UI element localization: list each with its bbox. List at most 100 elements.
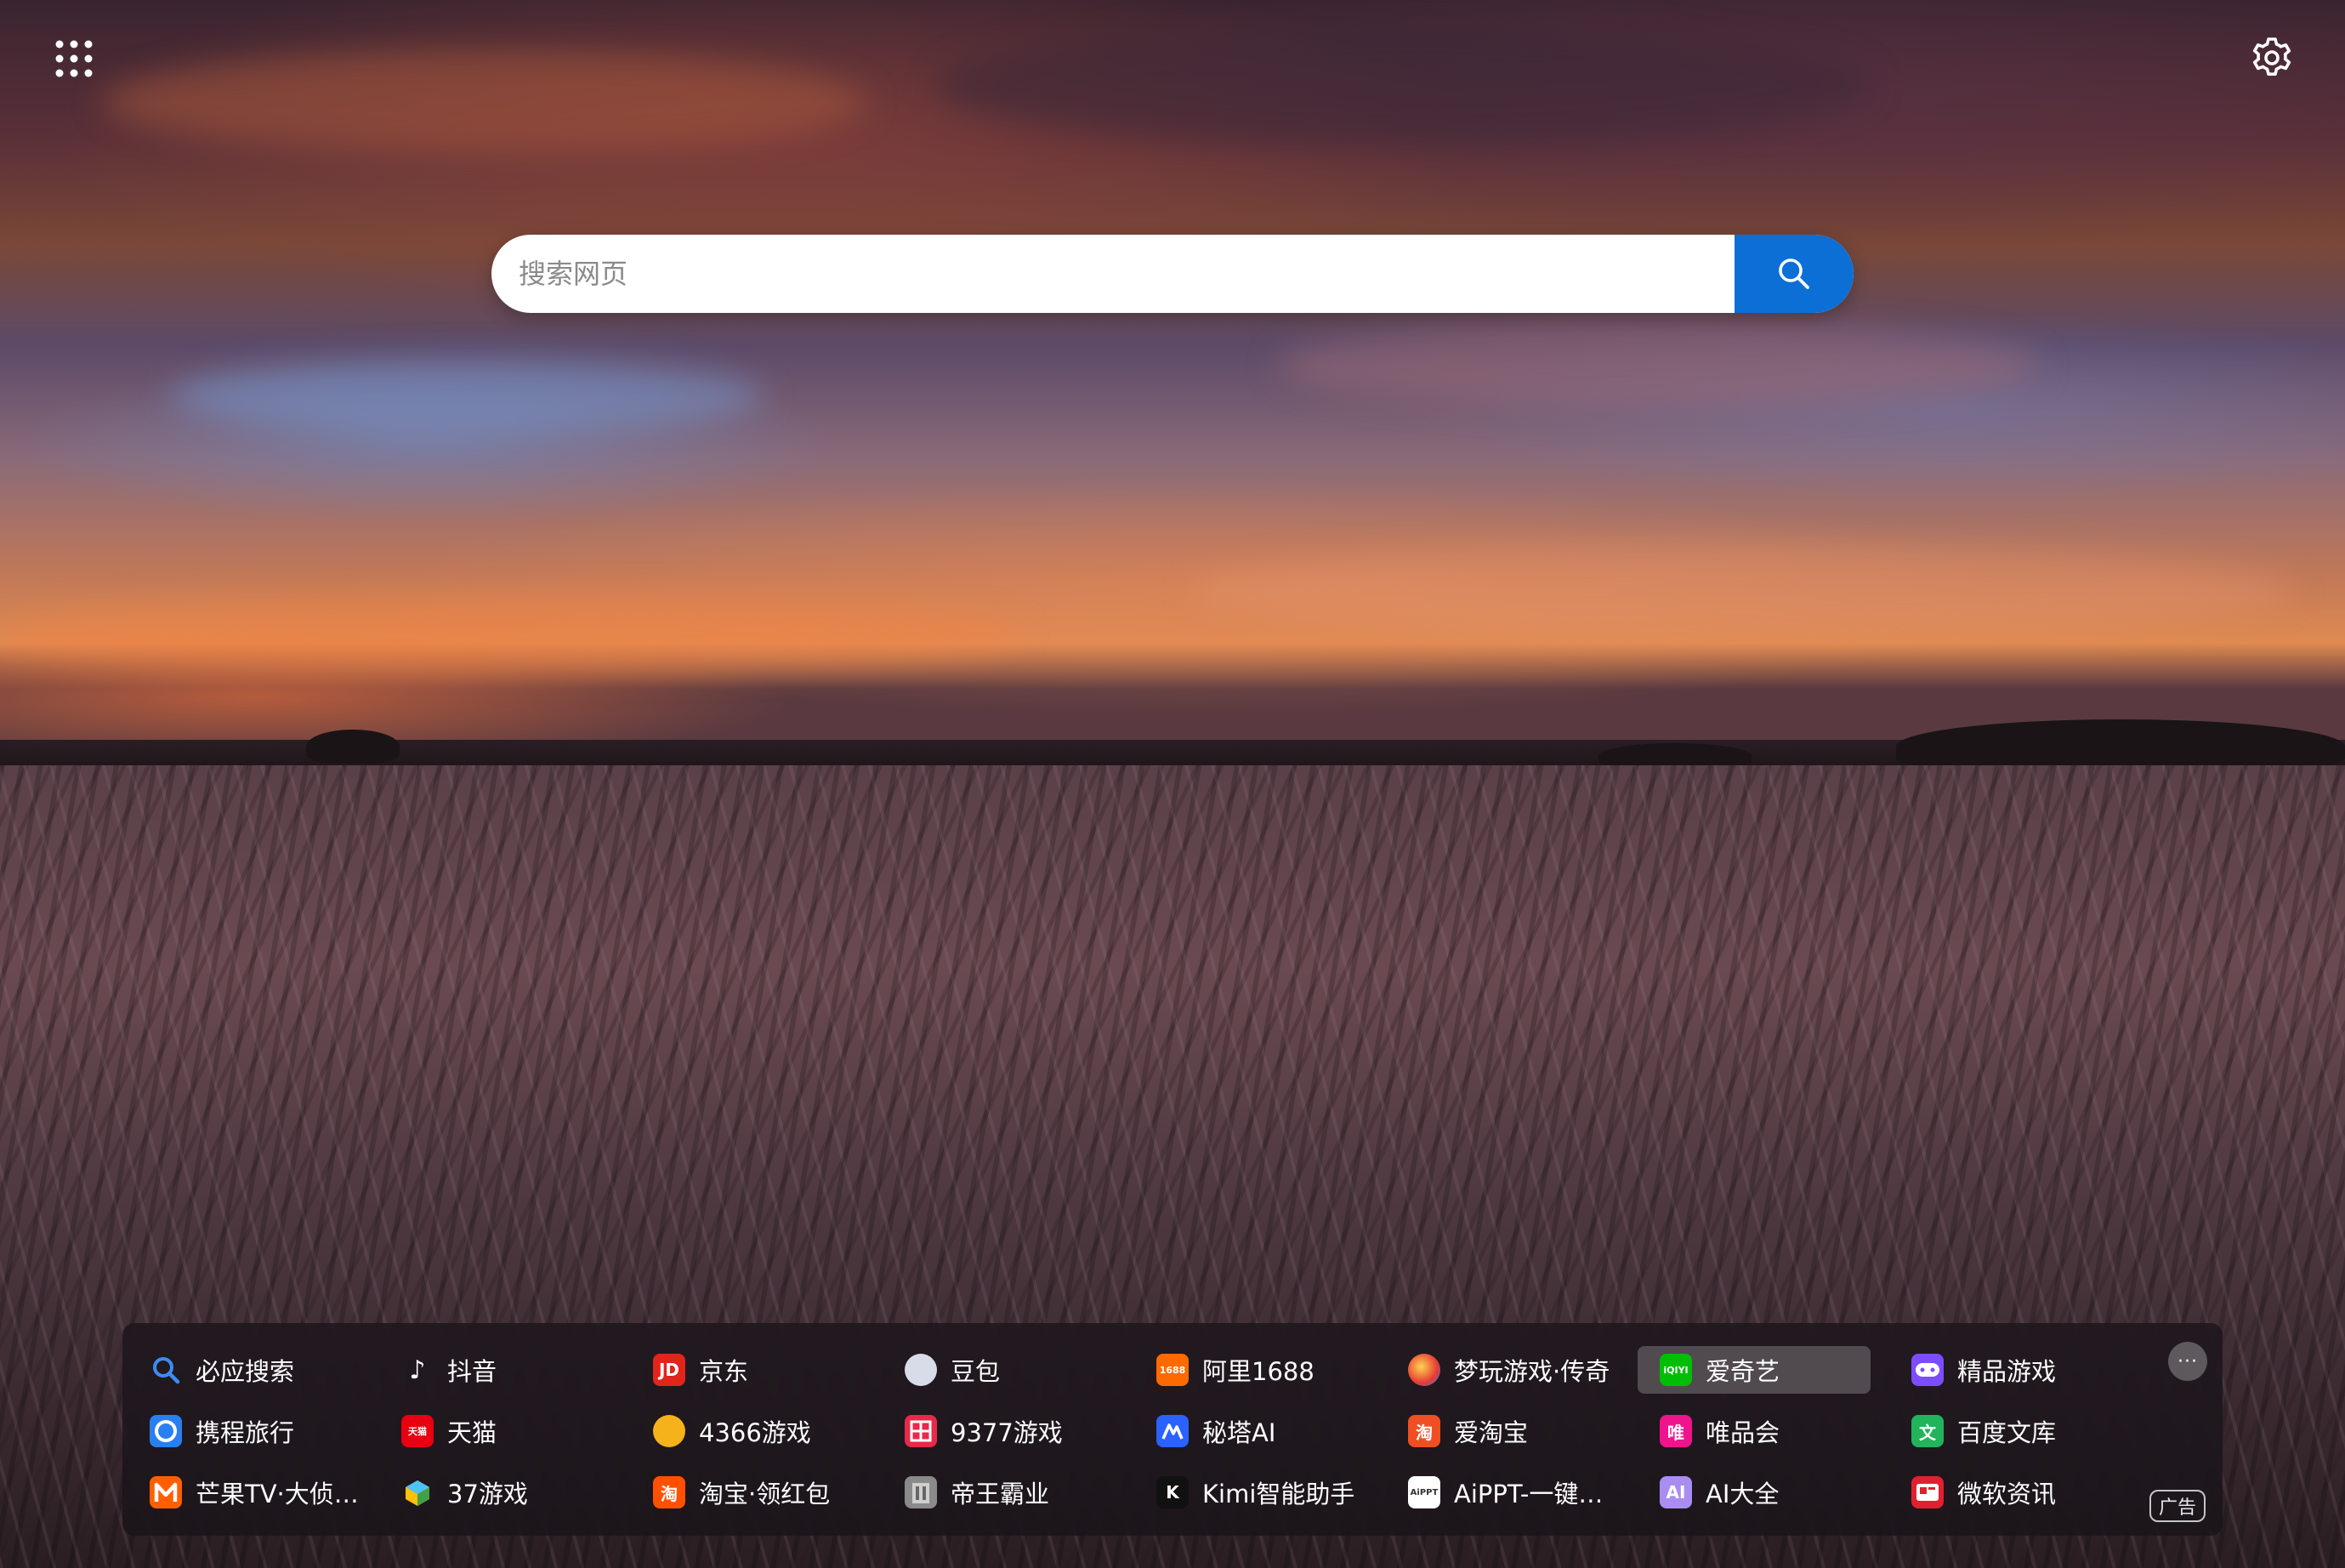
quick-link-item[interactable]: 9377游戏 [883, 1407, 1116, 1455]
icon-glyph: ♪ [409, 1355, 426, 1385]
game37-icon [401, 1476, 434, 1508]
quick-link-label: 京东 [699, 1357, 749, 1386]
iqiyi-icon: iQIYI [1660, 1354, 1692, 1386]
quick-link-item[interactable]: JD 京东 [631, 1346, 864, 1394]
quick-link-label: AiPPT-一键生成 [1454, 1480, 1619, 1508]
quick-link-label: 抖音 [447, 1357, 497, 1386]
quick-link-item[interactable]: 淘淘宝·领红包 [631, 1469, 864, 1516]
quick-link-label: 天猫 [447, 1418, 497, 1447]
quick-link-item[interactable]: 必应搜索 [128, 1346, 361, 1394]
quick-link-item[interactable]: 文百度文库 [1889, 1407, 2122, 1455]
quick-link-label: 淘宝·领红包 [699, 1480, 831, 1508]
douyin-icon: ♪ [401, 1354, 434, 1386]
quick-link-label: 芒果TV·大侦探... [196, 1480, 361, 1508]
quick-link-item[interactable]: AiPPT AiPPT-一键生成 [1386, 1469, 1619, 1516]
quick-link-label: 爱淘宝 [1454, 1418, 1529, 1447]
quick-link-label: 唯品会 [1706, 1418, 1780, 1447]
ali1688-icon: 1688 [1156, 1354, 1189, 1386]
icon-glyph: 淘 [661, 1483, 678, 1504]
quick-link-label: 秘塔AI [1202, 1418, 1276, 1447]
baiduwenku-icon: 文 [1911, 1415, 1944, 1447]
background-cloud [0, 595, 1020, 672]
game9377-icon [905, 1415, 937, 1447]
game4366-icon [653, 1415, 685, 1447]
quick-link-item[interactable]: 37游戏 [379, 1469, 612, 1516]
quick-link-item[interactable]: K Kimi智能助手 [1134, 1469, 1367, 1516]
jd-icon: JD [653, 1354, 685, 1386]
quick-link-label: 9377游戏 [951, 1418, 1063, 1447]
quick-link-label: 梦玩游戏·传奇 [1454, 1357, 1610, 1386]
apps-grid-button[interactable] [53, 37, 95, 80]
vip-icon: 唯 [1660, 1415, 1692, 1447]
quick-link-item[interactable]: 微软资讯 [1889, 1469, 2122, 1516]
new-tab-page: 必应搜索 ♪ 抖音 JD 京东 豆包 1688 阿里1688 梦玩游戏·传奇 iQIYI 爱奇艺 精品… [0, 0, 2345, 1568]
ai-daquan-icon: AI [1660, 1476, 1692, 1508]
metaso-icon [1156, 1415, 1189, 1447]
settings-button[interactable] [2248, 34, 2296, 82]
search-input[interactable] [491, 235, 1735, 313]
quick-link-item[interactable]: 天猫 天猫 [379, 1407, 612, 1455]
quick-link-item[interactable]: AI AI大全 [1638, 1469, 1871, 1516]
aippt-icon: AiPPT [1408, 1476, 1440, 1508]
quick-link-item[interactable]: 芒果TV·大侦探... [128, 1469, 361, 1516]
quick-link-item[interactable]: 精品游戏 [1889, 1346, 2122, 1394]
icon-glyph: 淘 [1416, 1422, 1433, 1443]
quick-link-item[interactable]: 豆包 [883, 1346, 1116, 1394]
background-cloud [1275, 323, 2041, 408]
more-options-button[interactable]: ··· [2168, 1342, 2207, 1381]
gear-icon [2252, 37, 2291, 76]
quick-link-item[interactable]: 携程旅行 [128, 1407, 361, 1455]
gamepad-icon [1911, 1354, 1944, 1386]
grid-dots-icon [55, 40, 93, 77]
quick-link-label: Kimi智能助手 [1202, 1480, 1355, 1508]
background-cloud [1190, 544, 2296, 638]
quick-link-label: 4366游戏 [699, 1418, 811, 1447]
quick-link-item[interactable]: 梦玩游戏·传奇 [1386, 1346, 1619, 1394]
mgtv-icon [150, 1476, 182, 1508]
quick-link-label: 帝王霸业 [951, 1480, 1050, 1508]
icon-glyph: 天猫 [408, 1426, 427, 1437]
quick-link-label: 豆包 [951, 1357, 1001, 1386]
taobao-icon: 淘 [653, 1476, 685, 1508]
quick-link-item[interactable]: 秘塔AI [1134, 1407, 1367, 1455]
doubao-icon [905, 1354, 937, 1386]
background-cloud [935, 26, 1871, 145]
tmall-icon: 天猫 [401, 1415, 434, 1447]
mengwan-icon [1408, 1354, 1440, 1386]
search-icon [1779, 258, 1809, 289]
quick-link-item[interactable]: 帝王霸业 [883, 1469, 1116, 1516]
quick-link-label: 爱奇艺 [1706, 1357, 1780, 1386]
bing-search-icon [150, 1354, 182, 1386]
quick-link-item[interactable]: 唯 唯品会 [1638, 1407, 1871, 1455]
background-cloud [102, 51, 867, 153]
icon-glyph: 1688 [1159, 1364, 1186, 1376]
quick-link-item[interactable]: 4366游戏 [631, 1407, 864, 1455]
icon-glyph: 文 [1919, 1422, 1936, 1443]
ad-badge: 广告 [2149, 1490, 2206, 1522]
quick-link-label: 微软资讯 [1957, 1480, 2057, 1508]
search-button[interactable] [1735, 235, 1854, 313]
icon-glyph: AI [1666, 1482, 1686, 1503]
icon-glyph: JD [658, 1360, 680, 1380]
more-dots-icon: ··· [2178, 1350, 2198, 1372]
quick-link-label: 携程旅行 [196, 1418, 295, 1447]
quick-link-item[interactable]: iQIYI 爱奇艺 [1638, 1346, 1871, 1394]
ad-label: 广告 [2158, 1497, 2196, 1519]
background-cloud [170, 357, 765, 434]
icon-glyph: K [1166, 1482, 1179, 1503]
ctrip-icon [150, 1415, 182, 1447]
diwangbaye-icon [905, 1476, 937, 1508]
quick-link-item[interactable]: 1688 阿里1688 [1134, 1346, 1367, 1394]
icon-glyph: 唯 [1667, 1422, 1684, 1443]
msn-news-icon [1911, 1476, 1944, 1508]
aitaobao-icon: 淘 [1408, 1415, 1440, 1447]
search-bar [491, 235, 1854, 313]
quick-link-label: 37游戏 [447, 1480, 528, 1508]
quick-link-label: 必应搜索 [196, 1357, 295, 1386]
quick-link-label: AI大全 [1706, 1480, 1780, 1508]
quick-link-item[interactable]: 淘爱淘宝 [1386, 1407, 1619, 1455]
quick-link-label: 阿里1688 [1202, 1357, 1314, 1386]
icon-glyph: AiPPT [1410, 1487, 1439, 1497]
icon-glyph: iQIYI [1663, 1364, 1689, 1376]
quick-link-item[interactable]: ♪ 抖音 [379, 1346, 612, 1394]
